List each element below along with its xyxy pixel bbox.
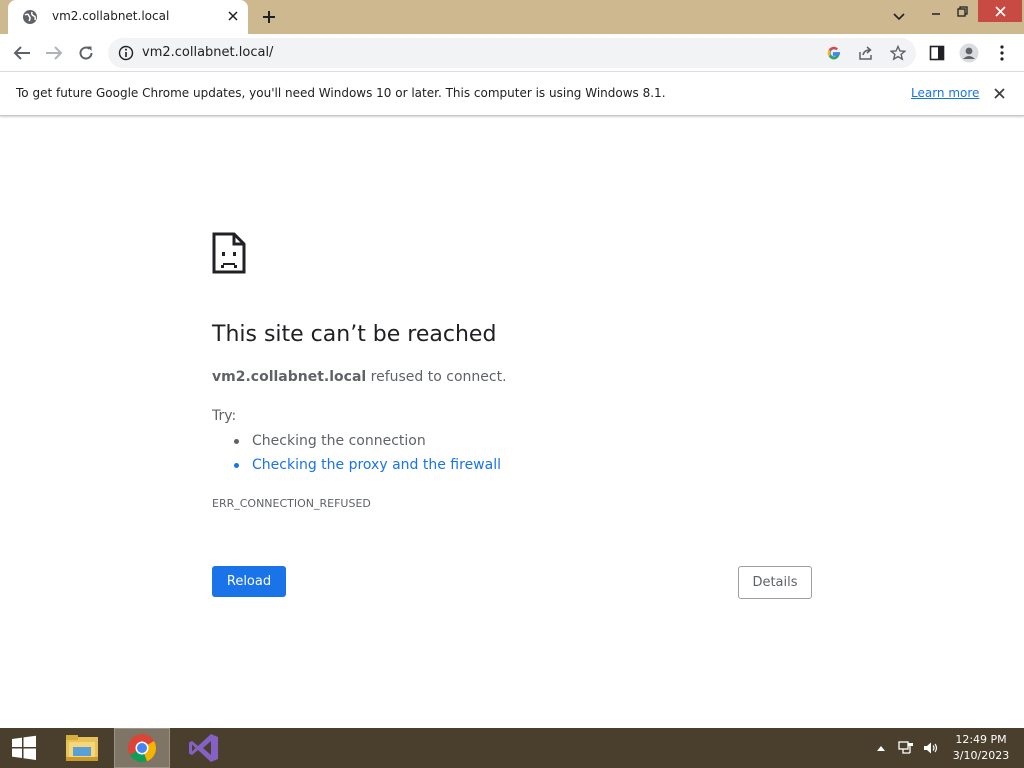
tab-close-icon[interactable] (224, 7, 242, 25)
chrome-icon[interactable] (114, 728, 170, 768)
forward-arrow-icon[interactable] (41, 40, 67, 66)
reload-icon[interactable] (73, 40, 99, 66)
suggestion-list: Checking the connection Checking the pro… (230, 432, 501, 480)
network-icon[interactable] (895, 728, 917, 768)
infobar-close-icon[interactable] (990, 84, 1008, 102)
url-text[interactable]: vm2.collabnet.local/ (142, 45, 273, 60)
infobar-message: To get future Google Chrome updates, you… (16, 86, 666, 100)
menu-kebab-icon[interactable] (989, 40, 1015, 66)
google-lens-g-icon[interactable] (825, 44, 843, 62)
volume-icon[interactable] (920, 728, 942, 768)
error-subtitle: vm2.collabnet.local refused to connect. (212, 369, 507, 385)
error-host: vm2.collabnet.local (212, 369, 367, 385)
info-icon[interactable] (118, 45, 134, 61)
clock-time: 12:49 PM (955, 733, 1007, 746)
browser-tab[interactable]: vm2.collabnet.local (8, 0, 248, 34)
error-code: ERR_CONNECTION_REFUSED (212, 497, 371, 510)
visual-studio-icon[interactable] (176, 728, 232, 768)
details-button[interactable]: Details (738, 566, 812, 599)
side-panel-icon[interactable] (924, 40, 950, 66)
try-label: Try: (212, 408, 237, 424)
show-hidden-icons-caret-icon[interactable] (874, 728, 888, 768)
windows-taskbar: 12:49 PM 3/10/2023 (0, 728, 1024, 768)
globe-icon (23, 10, 37, 24)
browser-toolbar: vm2.collabnet.local/ (0, 34, 1024, 71)
update-infobar: To get future Google Chrome updates, you… (0, 71, 1024, 116)
tab-search-chevron-icon[interactable] (888, 6, 910, 28)
restore-icon[interactable] (950, 0, 974, 22)
reload-button[interactable]: Reload (212, 566, 286, 597)
profile-avatar-icon[interactable] (956, 40, 982, 66)
title-bar: vm2.collabnet.local (0, 0, 1024, 34)
learn-more-link[interactable]: Learn more (911, 86, 979, 100)
error-reason: refused to connect. (366, 369, 507, 385)
suggestion-proxy-firewall-link[interactable]: Checking the proxy and the firewall (230, 456, 501, 480)
windows-start-icon[interactable] (0, 728, 48, 768)
file-explorer-icon[interactable] (54, 728, 110, 768)
new-tab-plus-icon[interactable] (258, 6, 280, 28)
minimize-icon[interactable] (924, 0, 948, 22)
error-title: This site can’t be reached (212, 322, 497, 347)
sad-page-icon (212, 232, 246, 274)
address-bar[interactable]: vm2.collabnet.local/ (108, 38, 916, 68)
clock-date: 3/10/2023 (952, 749, 1010, 762)
suggestion-check-connection: Checking the connection (230, 432, 501, 456)
bookmark-star-icon[interactable] (889, 44, 907, 62)
tab-title: vm2.collabnet.local (52, 9, 170, 23)
taskbar-clock[interactable]: 12:49 PM 3/10/2023 (948, 732, 1014, 764)
share-icon[interactable] (857, 44, 875, 62)
back-arrow-icon[interactable] (9, 40, 35, 66)
window-close-icon[interactable] (978, 0, 1022, 22)
